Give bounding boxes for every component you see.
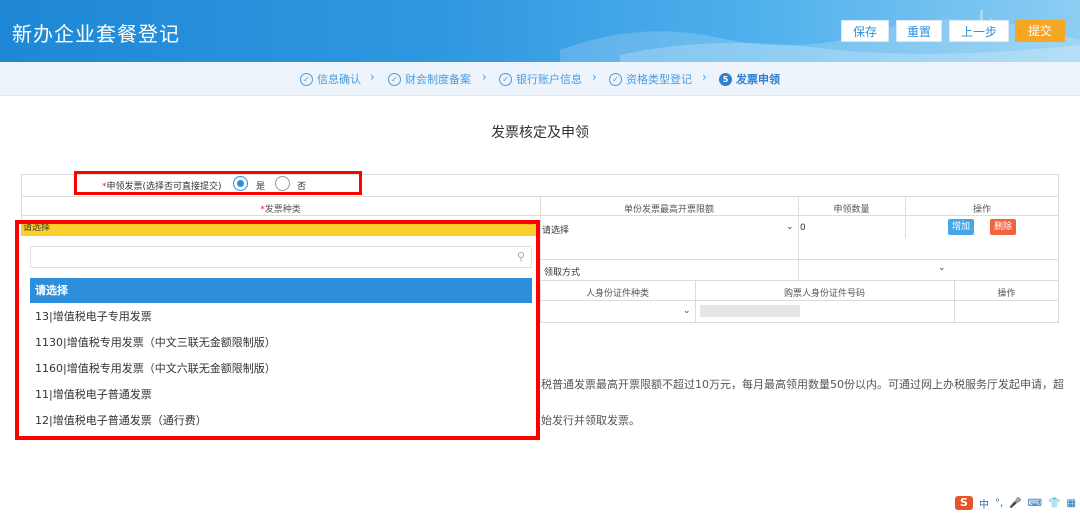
check-circle-icon: ✓ bbox=[300, 72, 313, 86]
ime-toolbar: S 中 °, 🎤 ⌨ 👕 ▦ bbox=[955, 494, 1076, 512]
radio-no[interactable] bbox=[275, 176, 290, 191]
step-bank-account[interactable]: ✓ 银行账户信息 bbox=[499, 71, 582, 87]
app-title: 新办企业套餐登记 bbox=[12, 22, 180, 46]
chevron-right-icon: › bbox=[370, 70, 375, 84]
add-button[interactable]: 增加 bbox=[948, 219, 974, 235]
radio-yes[interactable] bbox=[233, 176, 248, 191]
skin-icon[interactable]: 👕 bbox=[1048, 498, 1060, 509]
notice-text-1: 税普通发票最高开票限额不超过10万元，每月最高领用数量50份以内。可通过网上办税… bbox=[541, 378, 1064, 391]
receive-method-label: 领取方式 bbox=[544, 268, 581, 278]
table-divider bbox=[540, 280, 1059, 281]
table-divider bbox=[540, 259, 1059, 260]
chevron-right-icon: › bbox=[702, 70, 707, 84]
punctuation-icon[interactable]: °, bbox=[995, 498, 1003, 509]
receive-method-select[interactable] bbox=[800, 265, 950, 277]
radio-yes-label: 是 bbox=[256, 182, 266, 192]
invoice-type-header: *发票种类 bbox=[260, 205, 301, 215]
step-qualification[interactable]: ✓ 资格类型登记 bbox=[609, 71, 692, 87]
step-number-icon: 5 bbox=[719, 72, 732, 86]
previous-step-button[interactable]: 上一步 bbox=[949, 20, 1009, 42]
step-invoice-apply[interactable]: 5 发票申领 bbox=[719, 71, 780, 87]
chevron-down-icon: ⌄ bbox=[683, 306, 691, 316]
check-circle-icon: ✓ bbox=[499, 72, 512, 86]
buyer-action-header: 操作 bbox=[997, 289, 1016, 299]
chevron-right-icon: › bbox=[592, 70, 597, 84]
step-info-confirm[interactable]: ✓ 信息确认 bbox=[300, 71, 361, 87]
step-accounting-filing[interactable]: ✓ 财会制度备案 bbox=[388, 71, 471, 87]
chevron-down-icon: ⌄ bbox=[938, 263, 946, 273]
max-limit-select[interactable]: 请选择 bbox=[542, 223, 569, 236]
action-header: 操作 bbox=[972, 205, 991, 215]
reset-button[interactable]: 重置 bbox=[896, 20, 942, 42]
save-button[interactable]: 保存 bbox=[841, 20, 889, 42]
notice-text-2: 始发行并领取发票。 bbox=[541, 414, 640, 427]
keyboard-icon[interactable]: ⌨ bbox=[1028, 498, 1042, 509]
quantity-input[interactable]: 0 bbox=[800, 223, 806, 233]
max-limit-header: 单份发票最高开票限额 bbox=[623, 205, 714, 215]
apply-invoice-label: *申领发票(选择否可直接提交) bbox=[102, 182, 222, 192]
chevron-down-icon: ⌄ bbox=[786, 222, 794, 232]
check-circle-icon: ✓ bbox=[388, 72, 401, 86]
table-divider bbox=[540, 300, 1059, 301]
redacted-id-number bbox=[700, 305, 800, 317]
menu-grid-icon[interactable]: ▦ bbox=[1067, 498, 1076, 509]
quantity-header: 申领数量 bbox=[833, 205, 870, 215]
app-header: 新办企业套餐登记 保存 重置 上一步 提交 bbox=[0, 0, 1080, 62]
buyer-id-number-header: 购票人身份证件号码 bbox=[783, 289, 865, 299]
submit-button[interactable]: 提交 bbox=[1015, 20, 1065, 42]
delete-button[interactable]: 删除 bbox=[990, 219, 1016, 235]
microphone-icon[interactable]: 🎤 bbox=[1009, 498, 1021, 509]
chevron-right-icon: › bbox=[482, 70, 487, 84]
buyer-id-type-header: 人身份证件种类 bbox=[585, 289, 649, 299]
radio-no-label: 否 bbox=[297, 182, 307, 192]
ime-logo-icon[interactable]: S bbox=[955, 496, 973, 510]
dropdown-highlight-box bbox=[15, 220, 540, 440]
progress-steps: ✓ 信息确认 › ✓ 财会制度备案 › ✓ 银行账户信息 › ✓ 资格类型登记 … bbox=[0, 62, 1080, 96]
section-title: 发票核定及申领 bbox=[491, 125, 589, 141]
check-circle-icon: ✓ bbox=[609, 72, 622, 86]
ime-mode[interactable]: 中 bbox=[979, 496, 989, 511]
